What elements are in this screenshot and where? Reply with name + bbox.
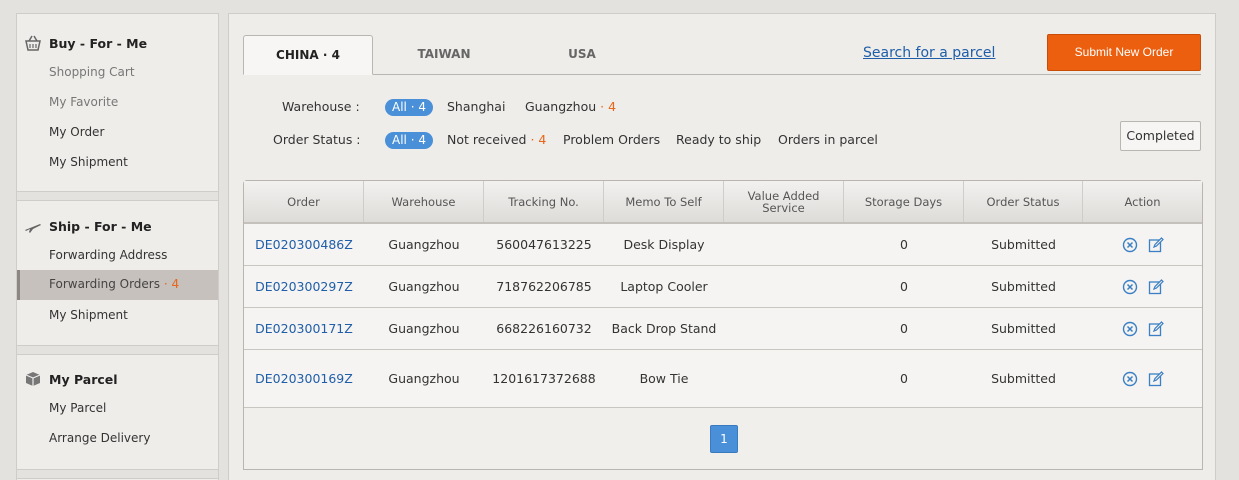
memo-cell: Laptop Cooler <box>620 279 708 294</box>
forwarding-orders-count: 4 <box>171 277 180 291</box>
airplane-icon <box>25 224 41 233</box>
sidebar-item-my-shipment[interactable]: My Shipment <box>49 155 128 169</box>
table-row: DE020300171Z Guangzhou 668226160732 Back Dr… <box>244 308 1202 350</box>
memo-cell: Bow Tie <box>639 371 689 386</box>
column-header-action: Action <box>1124 194 1161 209</box>
my-parcel-heading: My Parcel <box>49 372 118 387</box>
column-header-storage-days: Storage Days <box>844 181 964 222</box>
order-status-cell: Submitted <box>991 371 1056 386</box>
sidebar-item-my-favorite[interactable]: My Favorite <box>49 95 118 109</box>
main-panel: CHINA · 4 TAIWAN USA Search for a parcel… <box>228 13 1216 480</box>
basket-icon <box>25 35 41 51</box>
table-row: DE020300169Z Guangzhou 1201617372688 Bow Ti… <box>244 350 1202 408</box>
page-button-1[interactable]: 1 <box>710 425 738 453</box>
search-parcel-link[interactable]: Search for a parcel <box>863 45 995 61</box>
order-id-link[interactable]: DE020300169Z <box>244 350 364 407</box>
row-actions <box>1083 350 1202 407</box>
sidebar-item-forwarding-orders[interactable]: Forwarding Orders · 4 <box>17 270 218 300</box>
edit-order-icon[interactable] <box>1148 278 1164 295</box>
sidebar-item-ship-my-shipment[interactable]: My Shipment <box>49 308 128 322</box>
order-id-link[interactable]: DE020300486Z <box>244 224 364 265</box>
warehouse-cell: Guangzhou <box>388 279 460 294</box>
value-added-service-cell <box>724 350 844 407</box>
edit-order-icon[interactable] <box>1148 320 1164 337</box>
order-id-link[interactable]: DE020300297Z <box>244 266 364 307</box>
cancel-order-icon[interactable] <box>1122 279 1138 295</box>
tab-china[interactable]: CHINA · 4 <box>243 35 373 75</box>
warehouse-all-pill[interactable]: All · 4 <box>385 99 433 116</box>
submit-new-order-button[interactable]: Submit New Order <box>1047 34 1201 71</box>
orders-table: Order Warehouse Tracking No. Memo To Sel… <box>243 180 1203 470</box>
warehouse-filter-label: Warehouse : <box>282 99 360 114</box>
cancel-order-icon[interactable] <box>1122 371 1138 387</box>
table-row: DE020300486Z Guangzhou 560047613225 Desk Di… <box>244 224 1202 266</box>
sidebar-item-forwarding-address[interactable]: Forwarding Address <box>49 248 167 262</box>
warehouse-option-shanghai[interactable]: Shanghai <box>447 99 505 114</box>
tab-taiwan[interactable]: TAIWAN <box>379 35 509 75</box>
sidebar-divider <box>17 345 218 355</box>
completed-button[interactable]: Completed <box>1120 121 1201 151</box>
edit-order-icon[interactable] <box>1148 236 1164 253</box>
storage-days-cell: 0 <box>900 371 908 386</box>
column-header-value-added-service: Value Added Service <box>724 181 844 222</box>
sidebar-item-my-order[interactable]: My Order <box>49 125 104 139</box>
status-option-orders-in-parcel[interactable]: Orders in parcel <box>778 132 878 147</box>
row-actions <box>1083 266 1202 307</box>
storage-days-cell: 0 <box>900 279 908 294</box>
order-status-cell: Submitted <box>991 321 1056 336</box>
memo-cell: Back Drop Stand <box>611 321 717 336</box>
column-header-order-status: Order Status <box>964 181 1083 222</box>
row-actions <box>1083 308 1202 349</box>
cancel-order-icon[interactable] <box>1122 237 1138 253</box>
tab-usa[interactable]: USA <box>517 35 647 75</box>
order-status-cell: Submitted <box>991 279 1056 294</box>
storage-days-cell: 0 <box>900 237 908 252</box>
status-option-ready-to-ship[interactable]: Ready to ship <box>676 132 761 147</box>
sidebar-item-label: Forwarding Orders <box>49 277 160 291</box>
value-added-service-cell <box>724 224 844 265</box>
sidebar-divider <box>17 191 218 201</box>
tracking-number-cell: 560047613225 <box>496 237 592 252</box>
tracking-number-cell: 1201617372688 <box>492 371 596 386</box>
warehouse-cell: Guangzhou <box>388 321 460 336</box>
table-row: DE020300297Z Guangzhou 718762206785 Laptop … <box>244 266 1202 308</box>
row-actions <box>1083 224 1202 265</box>
ship-for-me-heading: Ship - For - Me <box>49 219 152 234</box>
warehouse-cell: Guangzhou <box>388 237 460 252</box>
order-status-filter-label: Order Status : <box>273 132 361 147</box>
sidebar-item-arrange-delivery[interactable]: Arrange Delivery <box>49 431 150 445</box>
value-added-service-cell <box>724 266 844 307</box>
buy-for-me-heading: Buy - For - Me <box>49 36 148 51</box>
warehouse-cell: Guangzhou <box>388 371 460 386</box>
column-header-tracking: Tracking No. <box>484 181 604 222</box>
sidebar-item-my-parcel[interactable]: My Parcel <box>49 401 106 415</box>
warehouse-option-guangzhou[interactable]: Guangzhou · 4 <box>525 99 616 114</box>
memo-cell: Desk Display <box>623 237 705 252</box>
storage-days-cell: 0 <box>900 321 908 336</box>
status-all-pill[interactable]: All · 4 <box>385 132 433 149</box>
cancel-order-icon[interactable] <box>1122 321 1138 337</box>
column-header-order: Order <box>244 181 364 222</box>
tracking-number-cell: 718762206785 <box>496 279 592 294</box>
value-added-service-cell <box>724 308 844 349</box>
tracking-number-cell: 668226160732 <box>496 321 592 336</box>
status-option-not-received[interactable]: Not received · 4 <box>447 132 546 147</box>
sidebar: Buy - For - Me Shopping Cart My Favorite… <box>16 13 219 480</box>
column-header-memo: Memo To Self <box>604 181 724 222</box>
status-option-problem-orders[interactable]: Problem Orders <box>563 132 660 147</box>
edit-order-icon[interactable] <box>1148 370 1164 387</box>
order-status-cell: Submitted <box>991 237 1056 252</box>
column-header-warehouse: Warehouse <box>364 181 484 222</box>
order-id-link[interactable]: DE020300171Z <box>244 308 364 349</box>
box-icon <box>25 372 41 386</box>
sidebar-divider <box>17 469 218 479</box>
sidebar-item-shopping-cart[interactable]: Shopping Cart <box>49 65 135 79</box>
table-header: Order Warehouse Tracking No. Memo To Sel… <box>244 181 1202 224</box>
